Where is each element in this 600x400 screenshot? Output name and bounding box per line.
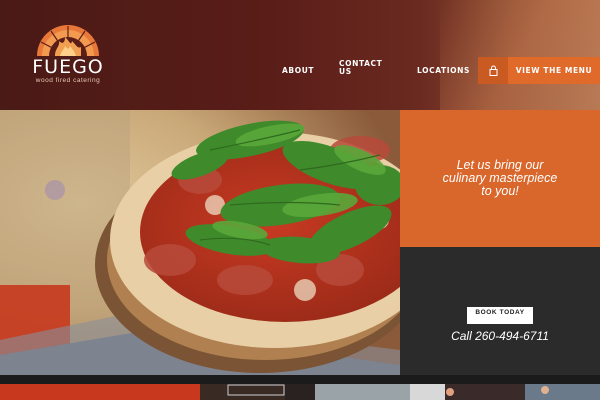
logo-tagline: wood fired catering: [35, 77, 101, 84]
lock-icon: [489, 65, 497, 76]
nav-contact-us[interactable]: CONTACT US: [339, 60, 383, 76]
view-menu-button[interactable]: VIEW THE MENU: [508, 57, 600, 84]
promo-tagline: Let us bring our culinary masterpiece to…: [442, 158, 558, 198]
booking-panel: BOOK TODAY Call 260-494-6711: [400, 247, 600, 375]
book-today-button[interactable]: BOOK TODAY: [467, 307, 533, 324]
gallery-strip: [0, 384, 600, 400]
hero-pizza-image: [0, 110, 400, 375]
phone-number[interactable]: Call 260-494-6711: [400, 329, 600, 343]
nav-about[interactable]: ABOUT: [282, 67, 314, 75]
nav-locations[interactable]: LOCATIONS: [417, 67, 470, 75]
promo-panel: Let us bring our culinary masterpiece to…: [400, 110, 600, 247]
logo-name: FUEGO: [32, 56, 104, 78]
header-glow: [440, 0, 600, 110]
site-header: FUEGO wood fired catering ABOUT CONTACT …: [0, 0, 600, 110]
lock-button[interactable]: [478, 57, 508, 84]
oven-flame-icon: [37, 25, 99, 56]
section-divider: [0, 375, 600, 384]
logo[interactable]: FUEGO wood fired catering: [30, 22, 106, 85]
